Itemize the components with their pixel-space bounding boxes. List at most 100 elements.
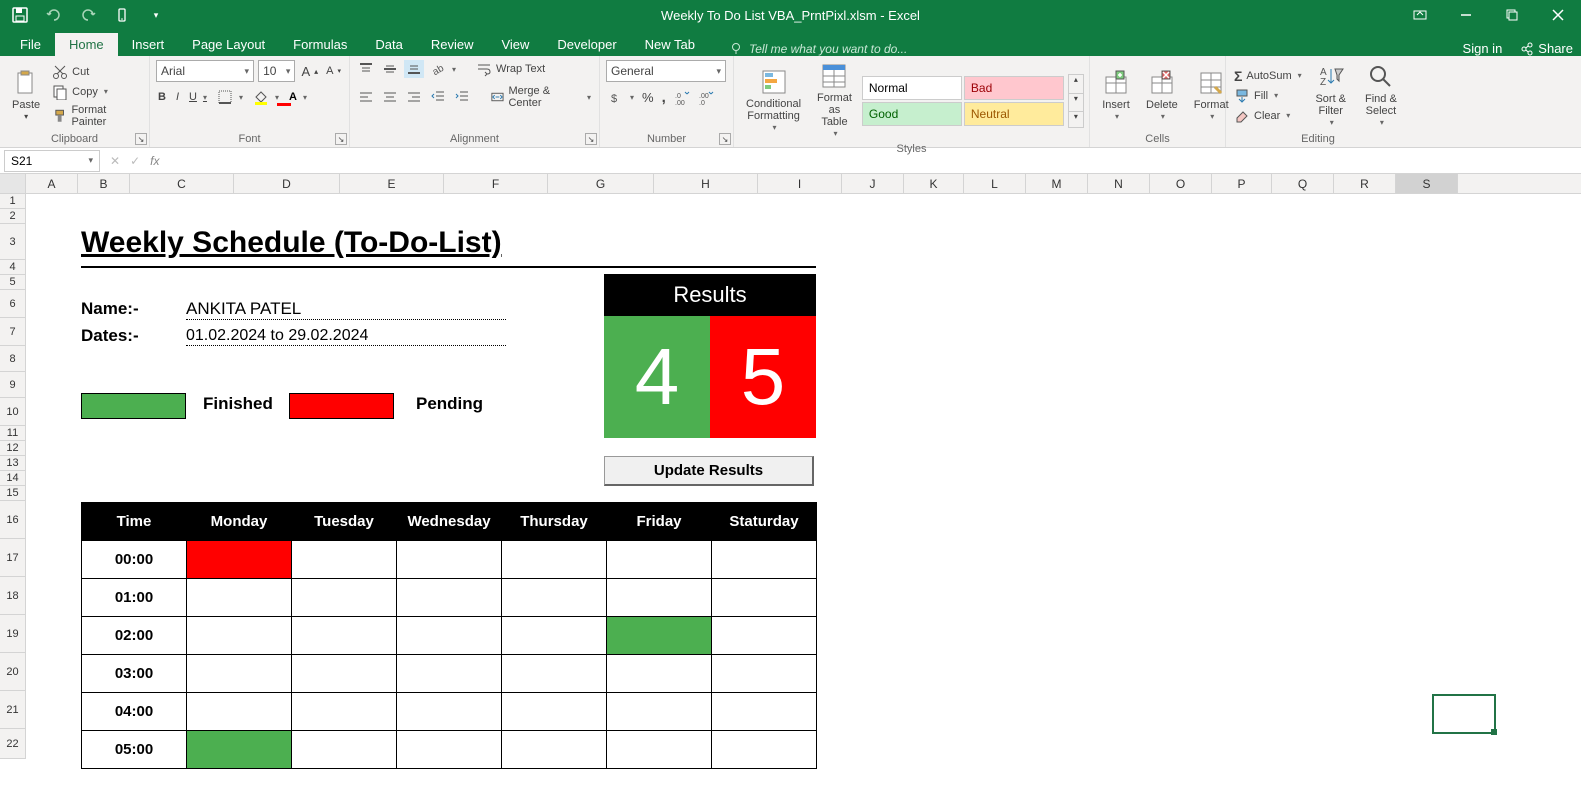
row-header-21[interactable]: 21 bbox=[0, 691, 25, 729]
schedule-cell[interactable] bbox=[607, 655, 712, 693]
undo-icon[interactable] bbox=[44, 5, 64, 25]
copy-button[interactable]: Copy bbox=[50, 83, 143, 101]
delete-cells-button[interactable]: Delete bbox=[1140, 67, 1184, 124]
column-header-E[interactable]: E bbox=[340, 174, 444, 193]
column-header-R[interactable]: R bbox=[1334, 174, 1396, 193]
schedule-cell[interactable] bbox=[502, 617, 607, 655]
clear-button[interactable]: Clear bbox=[1232, 107, 1304, 125]
schedule-cell[interactable] bbox=[712, 655, 817, 693]
schedule-cell[interactable] bbox=[607, 541, 712, 579]
minimize-icon[interactable] bbox=[1443, 0, 1489, 30]
tab-review[interactable]: Review bbox=[417, 33, 488, 56]
cell-style-normal[interactable]: Normal bbox=[862, 76, 962, 100]
row-header-11[interactable]: 11 bbox=[0, 426, 25, 441]
row-header-14[interactable]: 14 bbox=[0, 471, 25, 486]
row-header-16[interactable]: 16 bbox=[0, 501, 25, 539]
schedule-time-cell[interactable]: 00:00 bbox=[82, 541, 187, 579]
decrease-indent-button[interactable] bbox=[428, 88, 448, 106]
tab-view[interactable]: View bbox=[487, 33, 543, 56]
name-value-cell[interactable]: ANKITA PATEL bbox=[186, 299, 506, 320]
sort-filter-button[interactable]: AZSort & Filter bbox=[1308, 61, 1354, 130]
fill-button[interactable]: Fill bbox=[1232, 87, 1304, 105]
orientation-button[interactable]: ab bbox=[428, 60, 458, 78]
row-header-22[interactable]: 22 bbox=[0, 729, 25, 759]
schedule-cell[interactable] bbox=[712, 731, 817, 769]
schedule-cell[interactable] bbox=[187, 617, 292, 655]
schedule-cell[interactable] bbox=[502, 693, 607, 731]
row-header-4[interactable]: 4 bbox=[0, 260, 25, 275]
maximize-icon[interactable] bbox=[1489, 0, 1535, 30]
font-size-combo[interactable]: 10▾ bbox=[258, 60, 295, 82]
column-header-K[interactable]: K bbox=[904, 174, 964, 193]
name-box[interactable]: S21▾ bbox=[4, 150, 100, 172]
column-header-Q[interactable]: Q bbox=[1272, 174, 1334, 193]
select-all-button[interactable] bbox=[0, 174, 26, 193]
schedule-cell[interactable] bbox=[187, 731, 292, 769]
cell-style-bad[interactable]: Bad bbox=[964, 76, 1064, 100]
row-header-17[interactable]: 17 bbox=[0, 539, 25, 577]
percent-button[interactable]: % bbox=[640, 88, 656, 107]
schedule-cell[interactable] bbox=[712, 617, 817, 655]
schedule-cell[interactable] bbox=[292, 579, 397, 617]
dates-value-cell[interactable]: 01.02.2024 to 29.02.2024 bbox=[186, 327, 506, 346]
column-header-H[interactable]: H bbox=[654, 174, 758, 193]
close-icon[interactable] bbox=[1535, 0, 1581, 30]
row-header-10[interactable]: 10 bbox=[0, 398, 25, 426]
cancel-formula-icon[interactable]: ✕ bbox=[110, 154, 120, 168]
align-bottom-button[interactable] bbox=[404, 60, 424, 78]
schedule-cell[interactable] bbox=[397, 579, 502, 617]
row-header-1[interactable]: 1 bbox=[0, 194, 25, 209]
schedule-cell[interactable] bbox=[397, 541, 502, 579]
touch-mode-icon[interactable] bbox=[112, 5, 132, 25]
update-results-button[interactable]: Update Results bbox=[604, 456, 814, 486]
row-header-3[interactable]: 3 bbox=[0, 224, 25, 260]
row-header-5[interactable]: 5 bbox=[0, 275, 25, 290]
row-header-9[interactable]: 9 bbox=[0, 372, 25, 398]
cell-style-good[interactable]: Good bbox=[862, 102, 962, 126]
tab-file[interactable]: File bbox=[6, 33, 55, 56]
save-icon[interactable] bbox=[10, 5, 30, 25]
ribbon-display-icon[interactable] bbox=[1397, 0, 1443, 30]
row-header-2[interactable]: 2 bbox=[0, 209, 25, 224]
schedule-cell[interactable] bbox=[292, 541, 397, 579]
cut-button[interactable]: Cut bbox=[50, 63, 143, 81]
comma-button[interactable]: , bbox=[660, 88, 668, 107]
align-top-button[interactable] bbox=[356, 60, 376, 78]
tab-developer[interactable]: Developer bbox=[543, 33, 630, 56]
schedule-cell[interactable] bbox=[292, 693, 397, 731]
schedule-cell[interactable] bbox=[187, 693, 292, 731]
enter-formula-icon[interactable]: ✓ bbox=[130, 154, 140, 168]
schedule-time-cell[interactable]: 05:00 bbox=[82, 731, 187, 769]
tell-me-search[interactable]: Tell me what you want to do... bbox=[729, 42, 907, 56]
find-select-button[interactable]: Find & Select bbox=[1358, 61, 1404, 130]
column-header-D[interactable]: D bbox=[234, 174, 340, 193]
align-right-button[interactable] bbox=[404, 88, 424, 106]
schedule-cell[interactable] bbox=[607, 617, 712, 655]
format-painter-button[interactable]: Format Painter bbox=[50, 103, 143, 129]
worksheet[interactable]: Weekly Schedule (To-Do-List) Name:- ANKI… bbox=[26, 194, 1581, 804]
wrap-text-button[interactable]: Wrap Text bbox=[474, 60, 547, 78]
schedule-cell[interactable] bbox=[292, 731, 397, 769]
column-header-S[interactable]: S bbox=[1396, 174, 1458, 193]
tab-data[interactable]: Data bbox=[361, 33, 416, 56]
column-header-B[interactable]: B bbox=[78, 174, 130, 193]
row-header-13[interactable]: 13 bbox=[0, 456, 25, 471]
schedule-cell[interactable] bbox=[397, 731, 502, 769]
schedule-cell[interactable] bbox=[397, 617, 502, 655]
schedule-cell[interactable] bbox=[607, 731, 712, 769]
redo-icon[interactable] bbox=[78, 5, 98, 25]
column-header-N[interactable]: N bbox=[1088, 174, 1150, 193]
font-dialog-launcher[interactable]: ↘ bbox=[335, 133, 347, 145]
column-header-J[interactable]: J bbox=[842, 174, 904, 193]
accounting-format-button[interactable]: $ bbox=[606, 88, 636, 107]
schedule-time-cell[interactable]: 01:00 bbox=[82, 579, 187, 617]
schedule-cell[interactable] bbox=[187, 579, 292, 617]
clipboard-dialog-launcher[interactable]: ↘ bbox=[135, 133, 147, 145]
bold-button[interactable]: B bbox=[156, 90, 168, 104]
schedule-cell[interactable] bbox=[397, 655, 502, 693]
column-header-F[interactable]: F bbox=[444, 174, 548, 193]
cell-style-neutral[interactable]: Neutral bbox=[964, 102, 1064, 126]
row-header-15[interactable]: 15 bbox=[0, 486, 25, 501]
schedule-cell[interactable] bbox=[712, 579, 817, 617]
row-header-6[interactable]: 6 bbox=[0, 290, 25, 318]
